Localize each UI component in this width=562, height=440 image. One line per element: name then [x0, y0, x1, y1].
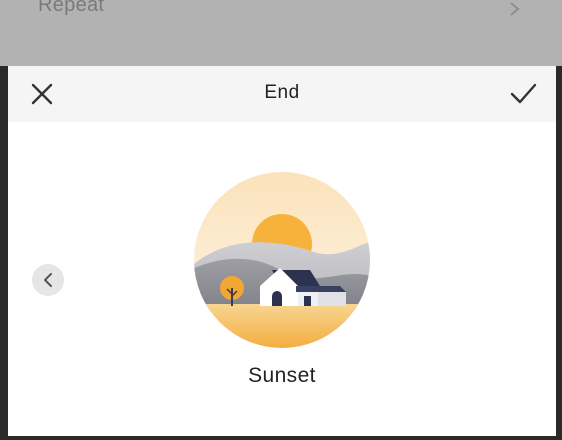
- selected-option-label: Sunset: [248, 364, 316, 387]
- screen: Repeat End Sunset: [0, 0, 562, 440]
- repeat-label: Repeat: [38, 0, 105, 16]
- dialog-header: End: [8, 66, 556, 122]
- end-dialog: End Sunset: [8, 66, 556, 436]
- sunset-illustration[interactable]: [194, 172, 370, 348]
- chevron-right-icon: [510, 2, 520, 16]
- repeat-row: Repeat: [0, 0, 562, 66]
- dialog-title: End: [264, 82, 300, 103]
- previous-button[interactable]: [32, 264, 64, 296]
- chevron-left-icon: [44, 273, 52, 287]
- check-icon[interactable]: [508, 80, 538, 108]
